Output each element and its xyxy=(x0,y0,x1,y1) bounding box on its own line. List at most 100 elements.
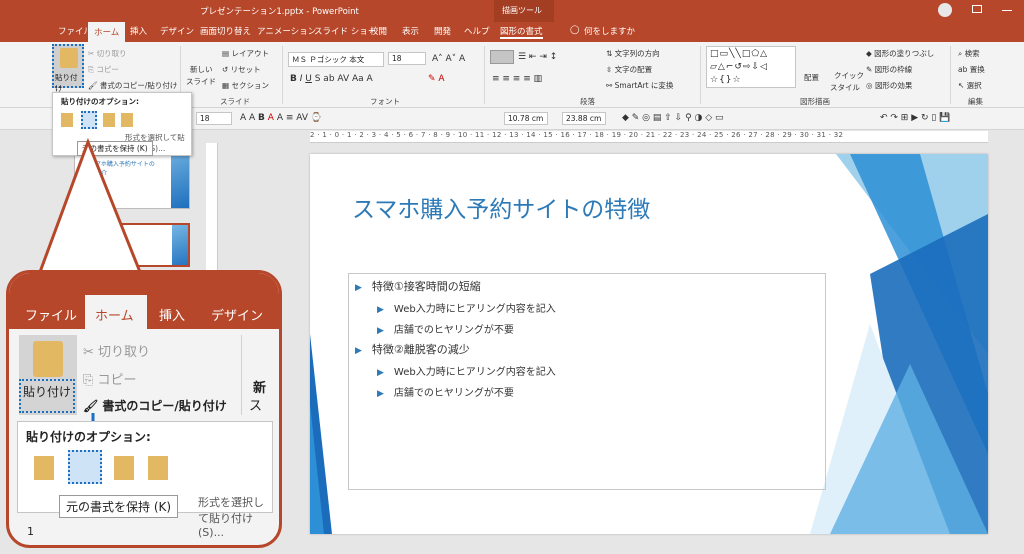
minimize-icon[interactable] xyxy=(1002,10,1012,11)
align-text-button[interactable]: ⇳ 文字の配置 xyxy=(606,64,652,75)
tab-transitions[interactable]: 画面切り替え xyxy=(200,25,251,37)
content-placeholder[interactable]: ▶ 特徴①接客時間の短縮 ▶ Web入力時にヒアリング内容を記入 ▶ 店舗でのヒヤリン… xyxy=(348,273,826,490)
copy-button[interactable]: ⎘ コピー xyxy=(88,64,119,75)
group-divider xyxy=(700,46,701,104)
smartart-label: SmartArt に変換 xyxy=(614,81,674,90)
zoom-paste-button[interactable]: 貼り付け xyxy=(19,335,77,415)
tab-shape-format[interactable]: 図形の書式 xyxy=(500,25,543,39)
paste-text-only-icon[interactable] xyxy=(121,113,133,127)
slide-title[interactable]: スマホ購入予約サイトの特徴 xyxy=(352,190,650,224)
drawing-group-label: 図形描画 xyxy=(800,97,830,106)
tab-help[interactable]: ヘルプ xyxy=(464,25,490,37)
quick-styles-line1[interactable]: クイック xyxy=(834,70,864,81)
tab-view[interactable]: 表示 xyxy=(402,25,419,37)
paste-button[interactable]: 貼り付け xyxy=(52,44,84,93)
qat-shape-buttons[interactable]: ◆ ✎ ◎ ▤ ⇧ ⇩ ⚲ ◑ ◇ ▭ xyxy=(622,113,724,123)
tab-review[interactable]: 校閲 xyxy=(370,25,387,37)
ribbon-display-icon[interactable] xyxy=(972,5,982,13)
font-name-select[interactable]: ＭＳ Ｐゴシック 本文 xyxy=(288,52,384,67)
bullet-arrow-icon: ▶ xyxy=(377,305,384,315)
new-slide-line1[interactable]: 新しい xyxy=(190,64,213,75)
shape-fill-button[interactable]: ◆ 図形の塗りつぶし xyxy=(866,48,934,59)
bullets-button[interactable] xyxy=(490,50,514,64)
text-direction-button[interactable]: ⇅ 文字列の方向 xyxy=(606,48,660,59)
zoom-paste-text-icon[interactable] xyxy=(148,456,168,480)
reset-button[interactable]: ↺ リセット xyxy=(222,64,261,75)
zoom-tooltip: 元の書式を保持 (K) xyxy=(59,495,179,518)
reset-label: リセット xyxy=(230,65,261,74)
font-color-button[interactable]: ✎ A xyxy=(428,74,445,84)
tab-animations[interactable]: アニメーション xyxy=(257,25,316,37)
bullet-level2: ▶ 店舗でのヒヤリングが不要 xyxy=(377,321,514,336)
zoom-copy-button[interactable]: ⎘ コピー xyxy=(83,369,137,388)
slide-canvas[interactable]: スマホ購入予約サイトの特徴 ▶ 特徴①接客時間の短縮 ▶ Web入力時にヒアリング内… xyxy=(310,154,988,534)
bullet-arrow-icon: ▶ xyxy=(377,368,384,378)
zoom-new-slide-2[interactable]: ス xyxy=(249,395,262,414)
zoom-tab-file[interactable]: ファイル xyxy=(25,305,77,324)
zoom-cut-label: 切り取り xyxy=(98,345,151,360)
new-slide-line2[interactable]: スライド xyxy=(186,76,216,87)
alignment-buttons[interactable]: ≡ ≡ ≡ ≡ ▥ xyxy=(492,74,542,84)
tab-design[interactable]: デザイン xyxy=(160,25,194,37)
zoom-new-slide-1[interactable]: 新 xyxy=(253,377,266,396)
font-size-select[interactable]: 18 xyxy=(388,52,426,65)
bullet-level2: ▶ 店舗でのヒヤリングが不要 xyxy=(377,384,514,399)
zoom-tab-insert[interactable]: 挿入 xyxy=(159,305,185,324)
paste-picture-icon[interactable] xyxy=(103,113,115,127)
font-size-controls[interactable]: A˄ A˅ A xyxy=(432,54,465,64)
tab-developer[interactable]: 開発 xyxy=(434,25,451,37)
cut-button[interactable]: ✂ 切り取り xyxy=(88,48,127,59)
clipboard-icon xyxy=(60,48,78,68)
shape-outline-button[interactable]: ✎ 図形の枠線 xyxy=(866,64,912,75)
paste-label: 貼り付け xyxy=(55,73,78,93)
tab-insert[interactable]: 挿入 xyxy=(130,25,147,37)
text-direction-label: 文字列の方向 xyxy=(614,49,660,58)
group-divider xyxy=(950,46,951,104)
shape-width-input[interactable]: 10.78 cm xyxy=(504,112,548,125)
bullet-level2: ▶ Web入力時にヒアリング内容を記入 xyxy=(377,363,556,378)
zoom-tab-home[interactable]: ホーム xyxy=(85,295,147,329)
zoom-cut-button[interactable]: ✂ 切り取り xyxy=(83,341,150,360)
zoom-paste-picture-icon[interactable] xyxy=(114,456,134,480)
zoom-paste-special[interactable]: 形式を選択して貼り付け(S)... xyxy=(198,494,272,539)
qat-font-size[interactable]: 18 xyxy=(196,112,232,125)
bullet-arrow-icon: ▶ xyxy=(355,346,362,356)
qat-undo-redo[interactable]: ↶ ↷ ⊞ ▶ ↻ ▯ 💾 xyxy=(880,113,950,123)
tab-file[interactable]: ファイル xyxy=(58,25,92,37)
shapes-gallery[interactable]: □▭╲╲□⬠△ ▱△⌐↺⇨⇩◁ ☆{}☆ xyxy=(706,46,796,88)
shape-effects-button[interactable]: ◎ 図形の効果 xyxy=(866,80,912,91)
quick-styles-line2[interactable]: スタイル xyxy=(830,82,860,93)
tell-me-search[interactable]: 何をしますか xyxy=(584,25,635,37)
smartart-button[interactable]: ⚯ SmartArt に変換 xyxy=(606,80,673,91)
find-button[interactable]: ⌕ 検索 xyxy=(958,48,980,59)
slides-group-label: スライド xyxy=(220,97,250,106)
replace-button[interactable]: ab 置換 xyxy=(958,64,985,75)
zoom-tab-design[interactable]: デザイン xyxy=(211,305,263,324)
group-divider xyxy=(282,46,283,104)
account-avatar-icon[interactable] xyxy=(938,3,952,17)
select-button[interactable]: ↖ 選択 xyxy=(958,80,982,91)
align-text-label: 文字の配置 xyxy=(614,65,653,74)
horizontal-ruler: 2 · 1 · 0 · 1 · 2 · 3 · 4 · 5 · 6 · 7 · … xyxy=(310,131,988,143)
find-label: 検索 xyxy=(964,49,980,58)
section-button[interactable]: ▦ セクション xyxy=(222,80,269,91)
layout-label: レイアウト xyxy=(231,49,269,58)
shape-height-input[interactable]: 23.88 cm xyxy=(562,112,606,125)
qat-format-buttons[interactable]: A A B A A ≡ AV ⌚ xyxy=(240,113,322,123)
arrange-button[interactable]: 配置 xyxy=(804,72,819,83)
zoom-paste-label: 貼り付け xyxy=(19,379,75,413)
shape-effects-label: 図形の効果 xyxy=(874,81,913,90)
zoom-paste-keep-source-icon[interactable] xyxy=(68,450,102,484)
font-style-buttons[interactable]: B I U S ab AV Aa A xyxy=(290,74,373,84)
paragraph-list-buttons[interactable]: ☰ ⇤ ⇥ ↕ xyxy=(518,52,557,62)
zoom-paste-destination-icon[interactable] xyxy=(34,456,54,480)
paste-use-destination-icon[interactable] xyxy=(61,113,73,127)
zoom-format-painter[interactable]: 🖌 書式のコピー/貼り付け xyxy=(83,397,227,414)
bullet-text: Web入力時にヒアリング内容を記入 xyxy=(393,304,556,315)
tab-slideshow[interactable]: スライド ショー xyxy=(314,25,376,37)
tab-home[interactable]: ホーム xyxy=(88,22,126,42)
bullet-level1: ▶ 特徴①接客時間の短縮 xyxy=(355,278,481,294)
paste-keep-source-icon[interactable] xyxy=(81,111,97,129)
layout-button[interactable]: ▤ レイアウト xyxy=(222,48,269,59)
format-painter-button[interactable]: 🖌 書式のコピー/貼り付け xyxy=(88,80,177,91)
